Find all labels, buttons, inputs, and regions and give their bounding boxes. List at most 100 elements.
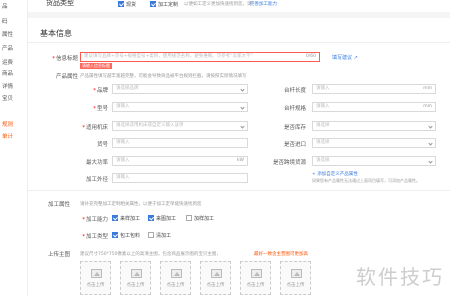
title-placeholder: 建议填写品牌+货号+规格型号+类目，使用规范名称，避免堆砌。可参考“卖家大学” [84,54,253,59]
power-label: 最大功率 [85,160,108,166]
brand-label-text: 品牌 [96,88,108,94]
sidebar-item[interactable]: 产品 [2,44,13,52]
basic-info-title: 基本信息 [40,29,72,38]
upload-caption: 点击上传 [246,283,265,288]
image-icon [171,269,182,278]
props-hint: 产品属性填写越丰富越完整，可能会导致商品被平台规则拦截，请按照实际情况填写 [80,74,247,79]
type-full-checkbox[interactable] [112,232,118,238]
spot-checkbox[interactable] [118,1,124,7]
upload-slot-5[interactable]: 点击上传 [240,261,271,295]
basic-info-panel: 基本信息 *信息标题 建议填写品牌+货号+规格型号+类目，使用规范名称，避免堆砌… [28,18,450,296]
upload-caption: 点击上传 [86,283,105,288]
import-label: 是否进口 [283,142,306,148]
ability-drawing-checkbox[interactable] [148,215,154,221]
chevron-down-icon [428,159,433,164]
watermark-text: 软件技巧 [356,265,444,289]
suggestion-text: 填写建议 [332,55,353,61]
diameter-input[interactable]: 请输入 [112,173,248,183]
rod-length-unit: mm [423,86,432,91]
sidebar-item[interactable]: 属性 [2,30,13,38]
diameter-placeholder: 请输入 [116,175,130,180]
upload-slot-6[interactable]: 点击上传 [280,261,311,295]
sidebar-item[interactable]: 码 [2,17,8,25]
import-select[interactable]: 请选择 [312,138,436,148]
upload-slot-3[interactable]: 点击上传 [160,261,191,295]
sidebar-item[interactable]: 商品 [2,69,13,77]
type-labor-label: 清加工 [156,233,172,239]
image-icon [291,269,302,278]
chevron-down-icon [240,105,245,110]
power-input[interactable]: 请输入 kW [112,156,248,166]
add-custom-prop-hint: 如果您有产品属性无法通过上面项目填写，可添加产品属性。 [312,178,420,183]
upload-slot-2[interactable]: 点击上传 [120,261,151,295]
improve-ability-link[interactable]: 完善加工能力 [250,1,277,7]
machine-label-text: 适用机床 [85,125,108,131]
stock-select[interactable]: 请选择 [312,121,436,131]
image-icon [211,269,222,278]
goods-type-hint: 以便如工定义更加快速找到您，请 [184,2,252,7]
ability-sample-checkbox[interactable] [112,215,118,221]
title-char-count: 0/60 [305,54,316,59]
sidebar-item[interactable]: 品 [2,2,8,10]
rod-length-label: 台杆长度 [283,88,306,94]
type-labor-checkbox[interactable] [148,232,154,238]
left-sidebar: 品 码 属性 产品 运费 商品 详情 宝贝 规则 单计 [0,0,28,296]
chevron-down-icon [428,124,433,129]
custom-checkbox[interactable] [150,1,156,7]
power-placeholder: 请输入 [116,158,130,163]
process-label: 加工属性 [47,202,70,208]
sku-input[interactable]: 请输入 [112,138,248,148]
model-label-text: 型号 [96,106,108,112]
rod-spec-input[interactable]: 请输入 mm [312,102,436,112]
sidebar-item[interactable]: 宝贝 [2,94,13,102]
divider [28,190,450,191]
custom-label: 加工定制 [158,2,179,8]
ability-label-text: 加工能力 [85,217,108,223]
brand-select[interactable]: 请选择品牌 [112,84,248,94]
diameter-label: 加工外径 [85,177,108,183]
add-custom-prop-link[interactable]: + 添加自定义产品属性 [312,171,358,177]
ability-drawing-label: 来图加工 [156,216,177,222]
title-field-label: *信息标题 [52,56,78,62]
sidebar-item-active[interactable]: 单计 [2,132,13,140]
sku-label: 货号 [96,142,108,148]
upload-caption: 点击上传 [286,283,305,288]
rod-spec-placeholder: 请输入 [316,104,330,109]
title-input[interactable]: 建议填写品牌+货号+规格型号+类目，使用规范名称，避免堆砌。可参考“卖家大学” … [80,52,320,62]
sidebar-item[interactable]: 运费 [2,58,13,66]
import-placeholder: 请选择 [316,140,330,145]
title-error-tip: 请输入信息标题 [80,63,112,69]
chevron-down-icon [240,87,245,92]
upload-slot-1[interactable]: 点击上传 [80,261,111,295]
upload-label: 上传主图 [47,252,70,258]
stock-label: 是否库存 [283,125,306,131]
machine-select[interactable]: 请选择适用机床或自定义输入该项 [112,121,248,131]
rod-spec-label: 台杆规格 [283,106,306,112]
crossborder-placeholder: 请选择 [316,158,330,163]
main-area: 货品类型 现货 加工定制 以便如工定义更加快速找到您，请 完善加工能力 基本信息… [28,0,450,296]
brand-label: *品牌 [93,88,108,94]
sidebar-item-active[interactable]: 规则 [2,120,13,128]
spot-label: 现货 [126,2,137,8]
sidebar-item[interactable]: 详情 [2,82,13,90]
chevron-down-icon [428,141,433,146]
sku-placeholder: 请输入 [116,140,130,145]
upload-caption: 点击上传 [206,283,225,288]
external-link-icon: ↗ [353,55,358,61]
upload-caption: 点击上传 [166,283,185,288]
model-label: *型号 [93,106,108,112]
upload-hint-highlight: 最好一致含主营图可更加高 [254,252,308,257]
model-select[interactable]: 请输入 [112,102,248,112]
upload-hint: 建议尺寸750*750像素以上的高清主图，包含商品展示图的宝贝主图， [80,252,221,257]
power-unit: kW [236,158,244,163]
title-suggestion-link[interactable]: 填写建议 ↗ [332,54,358,61]
ability-other-checkbox[interactable] [186,215,192,221]
crossborder-select[interactable]: 请选择 [312,156,436,166]
rod-spec-unit: mm [423,104,432,109]
process-type-label: *加工类型 [82,234,108,240]
model-placeholder: 请输入 [116,104,130,109]
upload-slot-4[interactable]: 点击上传 [200,261,231,295]
goods-type-panel: 货品类型 现货 加工定制 以便如工定义更加快速找到您，请 完善加工能力 [28,0,450,12]
rod-length-input[interactable]: 请输入 mm [312,84,436,94]
rod-length-placeholder: 请输入 [316,86,330,91]
